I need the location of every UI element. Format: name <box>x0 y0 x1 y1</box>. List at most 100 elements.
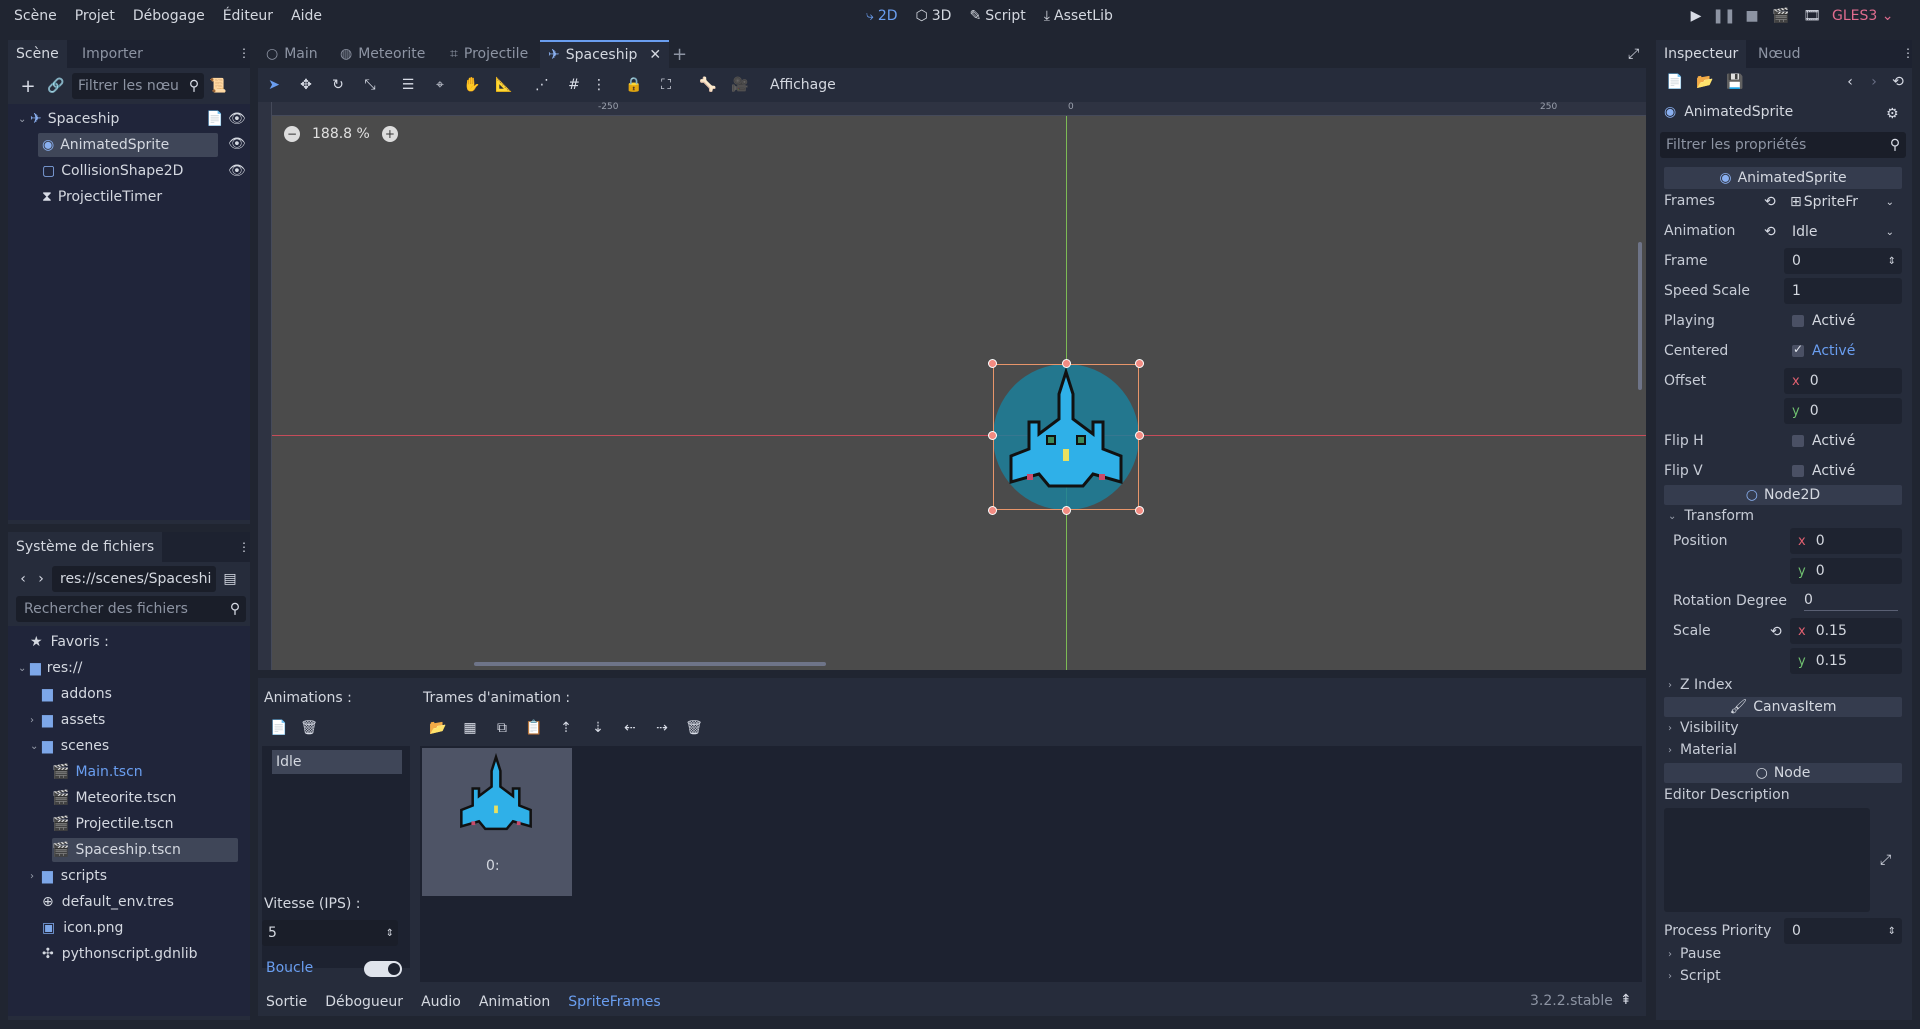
lock-icon[interactable]: 🔒 <box>618 72 650 98</box>
copy-frame-icon[interactable]: ⧉ <box>486 716 518 740</box>
link-icon[interactable]: 🔗 <box>42 73 70 99</box>
horizontal-scrollbar[interactable] <box>474 662 826 666</box>
tab-debugger[interactable]: Débogueur <box>325 994 403 1010</box>
loop-toggle[interactable] <box>364 961 402 977</box>
add-node-icon[interactable]: + <box>14 73 42 99</box>
distraction-free-icon[interactable]: ⤢ <box>1628 46 1639 62</box>
tree-item-projectiletimer[interactable]: ⧗ ProjectileTimer <box>38 185 246 209</box>
resize-handle[interactable] <box>988 359 997 368</box>
visibility-eye-icon[interactable]: 👁 <box>228 136 246 152</box>
fs-item-assets[interactable]: › ▆ assets <box>30 708 105 732</box>
play-icon[interactable]: ▶ <box>1684 8 1708 24</box>
nav-back-icon[interactable]: ‹ <box>14 571 32 587</box>
prop-offset-x[interactable]: x0 <box>1784 368 1902 394</box>
tree-item-spaceship[interactable]: ⌄ ✈ Spaceship 📄 👁 <box>18 107 246 131</box>
spin-arrows-icon[interactable]: ⇕ <box>1888 926 1896 937</box>
tree-item-collisionshape2d[interactable]: ▢ CollisionShape2D 👁 <box>38 159 246 183</box>
resize-handle[interactable] <box>1062 506 1071 515</box>
mode-assetlib-button[interactable]: ⤓ AssetLib <box>1044 8 1113 24</box>
resize-handle[interactable] <box>1135 359 1144 368</box>
prop-flipv-checkbox[interactable]: Activé <box>1784 458 1902 484</box>
fs-item-icon-png[interactable]: ▣ icon.png <box>42 916 123 940</box>
revert-icon[interactable]: ⟲ <box>1764 194 1776 210</box>
tab-projectile[interactable]: ⌗ Projectile <box>442 40 536 68</box>
visibility-eye-icon[interactable]: 👁 <box>228 111 246 127</box>
add-tab-icon[interactable]: + <box>672 44 687 65</box>
revert-icon[interactable]: ⟲ <box>1770 624 1782 640</box>
tab-main[interactable]: ○ Main <box>258 40 326 68</box>
tab-spriteframes[interactable]: SpriteFrames <box>568 994 660 1010</box>
resize-handle[interactable] <box>1135 431 1144 440</box>
tab-inspector[interactable]: Inspecteur <box>1656 40 1747 68</box>
group-pause[interactable]: › Pause <box>1668 946 1721 962</box>
visibility-eye-icon[interactable]: 👁 <box>228 163 246 179</box>
dock-menu-icon[interactable]: ⋮ <box>238 46 250 60</box>
selected-sprite[interactable] <box>992 363 1140 511</box>
pan-tool-icon[interactable]: ✋ <box>456 72 488 98</box>
prop-frames-value[interactable]: ⊞ SpriteFr ⌄ <box>1784 189 1902 215</box>
vertical-scrollbar[interactable] <box>1638 242 1642 390</box>
delete-animation-icon[interactable]: 🗑 <box>294 716 324 740</box>
new-resource-icon[interactable]: 📄 <box>1660 74 1690 90</box>
script-attached-icon[interactable]: 📄 <box>206 111 223 127</box>
prop-offset-y[interactable]: y0 <box>1784 398 1902 424</box>
close-tab-icon[interactable]: ✕ <box>649 47 661 63</box>
resize-handle[interactable] <box>1135 506 1144 515</box>
camera-override-icon[interactable]: 🎥 <box>724 72 756 98</box>
prop-playing-checkbox[interactable]: Activé <box>1784 308 1902 334</box>
pivot-tool-icon[interactable]: ⌖ <box>424 72 456 98</box>
tab-animation[interactable]: Animation <box>479 994 550 1010</box>
move-left-icon[interactable]: ⇠ <box>614 716 646 740</box>
prop-position-x[interactable]: x0 <box>1790 528 1902 554</box>
spin-arrows-icon[interactable]: ⇕ <box>1888 256 1896 267</box>
fs-item-pythonscript[interactable]: ✣ pythonscript.gdnlib <box>42 942 197 966</box>
menu-help[interactable]: Aide <box>291 8 322 24</box>
fs-item-main-tscn[interactable]: 🎬 Main.tscn <box>52 760 143 784</box>
delete-frame-icon[interactable]: 🗑 <box>678 716 710 740</box>
insert-after-icon[interactable]: ⇣ <box>582 716 614 740</box>
fs-item-meteorite-tscn[interactable]: 🎬 Meteorite.tscn <box>52 786 176 810</box>
zoom-out-icon[interactable]: − <box>284 126 300 142</box>
prop-centered-checkbox[interactable]: Activé <box>1784 338 1902 364</box>
rotate-tool-icon[interactable]: ↻ <box>322 72 354 98</box>
select-tool-icon[interactable]: ➤ <box>258 72 290 98</box>
tab-scene[interactable]: Scène <box>8 40 67 68</box>
nav-forward-icon[interactable]: › <box>32 571 50 587</box>
prop-scale-y[interactable]: y 0.15 <box>1790 648 1902 674</box>
revert-icon[interactable]: ⟲ <box>1764 224 1776 240</box>
frame-item[interactable]: 0: <box>422 748 572 896</box>
group-icon[interactable]: ⛶ <box>650 72 682 98</box>
prop-rotation-slider[interactable]: 0 <box>1796 588 1902 614</box>
attach-script-icon[interactable]: 📜 <box>204 73 232 99</box>
paste-frame-icon[interactable]: 📋 <box>518 716 550 740</box>
spritesheet-icon[interactable]: ▦ <box>454 716 486 740</box>
menu-project[interactable]: Projet <box>75 8 115 24</box>
load-resource-icon[interactable]: 📂 <box>1690 74 1720 90</box>
fs-item-spaceship-tscn[interactable]: 🎬 Spaceship.tscn <box>52 838 238 862</box>
path-field[interactable]: res://scenes/Spaceshi <box>52 566 216 592</box>
menu-editor[interactable]: Éditeur <box>223 8 273 24</box>
prop-position-y[interactable]: y0 <box>1790 558 1902 584</box>
split-view-icon[interactable]: ▤ <box>216 571 244 587</box>
history-back-icon[interactable]: ‹ <box>1838 74 1862 90</box>
group-zindex[interactable]: › Z Index <box>1668 677 1733 693</box>
group-transform[interactable]: ⌄ Transform <box>1668 508 1754 524</box>
tab-spaceship[interactable]: ✈ Spaceship ✕ <box>540 40 670 68</box>
expand-textarea-icon[interactable]: ⤢ <box>1880 852 1891 868</box>
snap-options-icon[interactable]: ⋮ <box>590 72 608 98</box>
fs-item-default-env[interactable]: ⊕ default_env.tres <box>42 890 174 914</box>
history-forward-icon[interactable]: › <box>1862 74 1886 90</box>
play-scene-icon[interactable]: 🎬 <box>1764 8 1798 24</box>
mode-2d-button[interactable]: ⤷ 2D <box>866 8 898 24</box>
file-search-input[interactable]: Rechercher des fichiers ⚲ <box>16 596 246 622</box>
prop-frame-value[interactable]: 0 ⇕ <box>1784 248 1902 274</box>
zoom-reset-button[interactable]: 188.8 % <box>312 126 370 142</box>
tab-meteorite[interactable]: ◍ Meteorite <box>332 40 433 68</box>
prop-animation-value[interactable]: Idle ⌄ <box>1784 219 1902 245</box>
prop-scale-x[interactable]: x 0.15 <box>1790 618 1902 644</box>
expand-panel-icon[interactable]: ⇞ <box>1620 992 1632 1008</box>
tree-item-animatedsprite[interactable]: ◉ AnimatedSprite <box>38 133 218 157</box>
smart-snap-icon[interactable]: ⋰ <box>526 72 558 98</box>
canvas-viewport[interactable]: -250 0 250 − 188.8 % + <box>258 102 1646 670</box>
property-filter-input[interactable]: Filtrer les propriétés ⚲ <box>1660 132 1906 158</box>
